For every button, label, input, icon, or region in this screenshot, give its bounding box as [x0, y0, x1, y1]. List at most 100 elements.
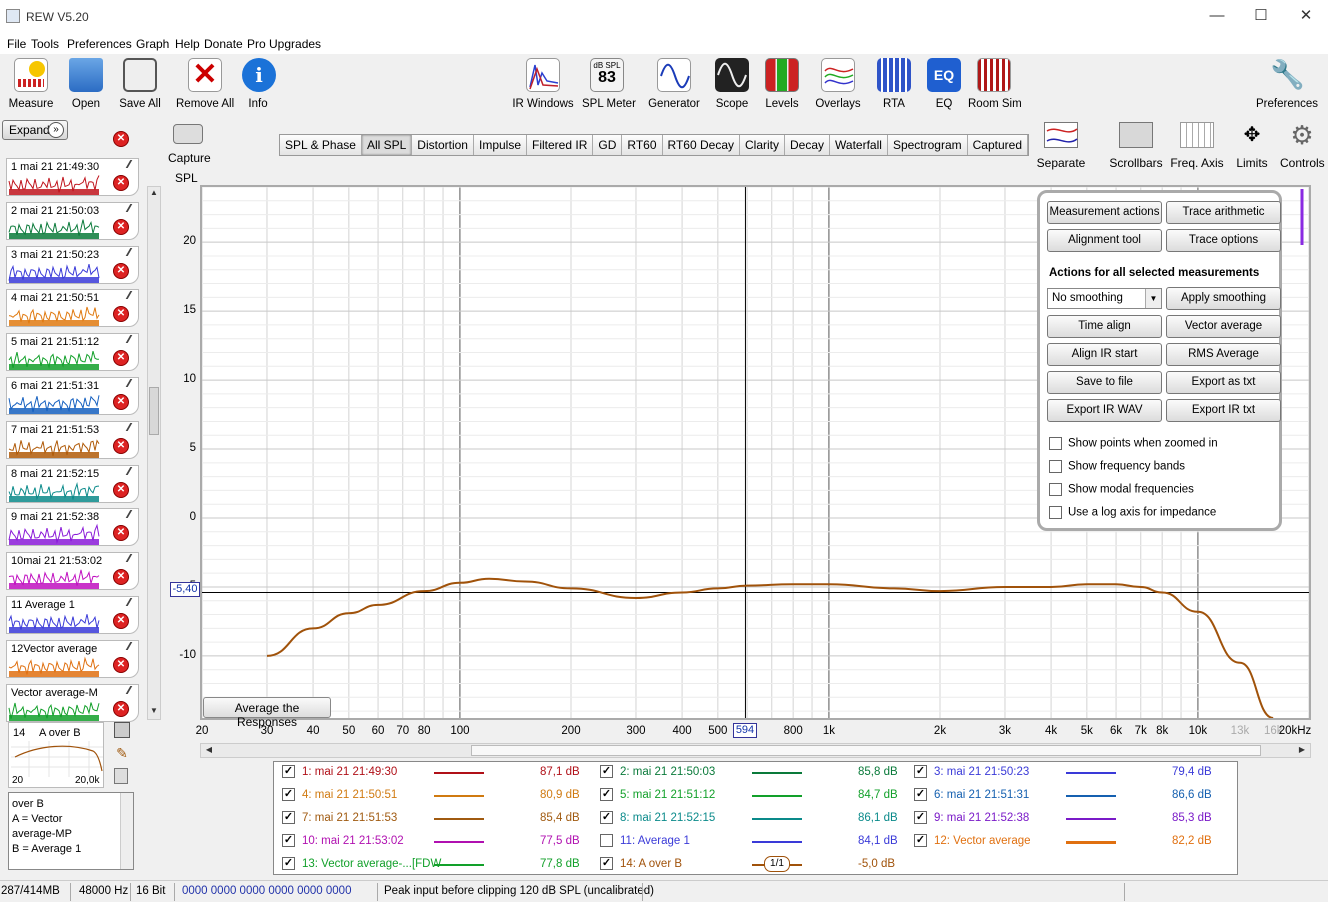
delete-icon[interactable]: ✕ [113, 131, 129, 147]
average-responses-button[interactable]: Average the Responses [203, 697, 331, 729]
legend-checkbox[interactable]: ✓ [600, 857, 613, 870]
overlays-button[interactable]: Overlays [814, 58, 862, 110]
spl-meter-button[interactable]: dB SPL 83 SPL Meter [582, 58, 636, 110]
menu-donate[interactable]: Donate [204, 37, 243, 51]
measurement-scrollbar[interactable]: ▲ ▼ [147, 186, 161, 720]
legend-checkbox[interactable]: ✓ [282, 788, 295, 801]
legend-checkbox[interactable]: ✓ [282, 811, 295, 824]
controls-button[interactable]: ⚙ Controls [1280, 122, 1325, 170]
capture-button[interactable]: Capture [168, 124, 211, 165]
freq-axis-button[interactable]: Freq. Axis [1170, 122, 1224, 170]
delete-icon[interactable]: ✕ [113, 394, 129, 410]
delete-icon[interactable]: ✕ [113, 175, 129, 191]
close-icon[interactable]: ✕ [1298, 8, 1314, 24]
legend-checkbox[interactable]: ✓ [282, 857, 295, 870]
pencil-icon[interactable]: ✎ [114, 745, 130, 761]
legend-item[interactable]: ✓ 12: Vector average 82,2 dB [910, 831, 1220, 854]
separate-button[interactable]: Separate [1036, 122, 1086, 170]
rms-average-button[interactable]: RMS Average [1166, 343, 1281, 366]
selected-measurement-preview[interactable]: 14 A over B 20 20,0k [8, 722, 104, 788]
notes-scrollbar[interactable] [120, 793, 133, 869]
legend-item[interactable]: ✓ 1: mai 21 21:49:30 87,1 dB [278, 762, 588, 785]
show-modal-frequencies-checkbox[interactable]: Show modal frequencies [1049, 483, 1194, 496]
scroll-thumb[interactable] [149, 387, 159, 435]
trace-options-button[interactable]: Trace options [1166, 229, 1281, 252]
eq-button[interactable]: EQ EQ [926, 58, 962, 110]
apply-smoothing-button[interactable]: Apply smoothing [1166, 287, 1281, 310]
log-axis-impedance-checkbox[interactable]: Use a log axis for impedance [1049, 506, 1216, 519]
export-ir-wav-button[interactable]: Export IR WAV [1047, 399, 1162, 422]
tab-waterfall[interactable]: Waterfall [830, 135, 888, 155]
delete-icon[interactable]: ✕ [113, 656, 129, 673]
legend-item[interactable]: 11: Average 1 84,1 dB [596, 831, 906, 854]
scrollbars-button[interactable]: Scrollbars [1108, 122, 1164, 170]
alignment-tool-button[interactable]: Alignment tool [1047, 229, 1162, 252]
room-sim-button[interactable]: Room Sim [968, 58, 1022, 110]
legend-checkbox[interactable]: ✓ [282, 834, 295, 847]
legend-checkbox[interactable]: ✓ [914, 834, 927, 847]
legend-item[interactable]: ✓ 9: mai 21 21:52:38 85,3 dB [910, 808, 1220, 831]
legend-checkbox[interactable]: ✓ [282, 765, 295, 778]
tab-all-spl[interactable]: All SPL [361, 135, 413, 155]
legend-item[interactable]: ✓ 6: mai 21 21:51:31 86,6 dB [910, 785, 1220, 808]
save-all-button[interactable]: Save All [118, 58, 162, 110]
export-txt-button[interactable]: Export as txt [1166, 371, 1281, 394]
levels-button[interactable]: Levels [764, 58, 800, 110]
tab-captured[interactable]: Captured [968, 135, 1029, 155]
save-to-file-button[interactable]: Save to file [1047, 371, 1162, 394]
tab-clarity[interactable]: Clarity [740, 135, 786, 155]
legend-item[interactable]: ✓ 4: mai 21 21:50:51 80,9 dB [278, 785, 588, 808]
scroll-down-icon[interactable]: ▼ [148, 706, 160, 718]
menu-file[interactable]: File [7, 37, 26, 51]
delete-icon[interactable]: ✕ [113, 218, 129, 235]
delete-icon[interactable]: ✕ [113, 700, 129, 717]
show-points-checkbox[interactable]: Show points when zoomed in [1049, 437, 1218, 450]
tab-spectrogram[interactable]: Spectrogram [888, 135, 968, 155]
expand-button[interactable]: Expand» [2, 120, 68, 140]
preferences-button[interactable]: 🔧 Preferences [1256, 58, 1318, 110]
delete-icon[interactable]: ✕ [113, 437, 129, 454]
legend-checkbox[interactable] [600, 834, 613, 847]
menu-graph[interactable]: Graph [136, 37, 169, 51]
minimize-icon[interactable]: — [1209, 8, 1225, 24]
measurement-notes[interactable]: over B A = Vector average-MP B = Average… [8, 792, 134, 870]
legend-item[interactable]: ✓ 8: mai 21 21:52:15 86,1 dB [596, 808, 906, 831]
trace-arithmetic-button[interactable]: Trace arithmetic [1166, 201, 1281, 224]
align-ir-start-button[interactable]: Align IR start [1047, 343, 1162, 366]
maximize-icon[interactable]: ☐ [1253, 8, 1269, 24]
tab-distortion[interactable]: Distortion [412, 135, 474, 155]
legend-checkbox[interactable]: ✓ [914, 811, 927, 824]
menu-help[interactable]: Help [175, 37, 200, 51]
limits-button[interactable]: ✥ Limits [1234, 122, 1270, 170]
tab-impulse[interactable]: Impulse [474, 135, 528, 155]
tab-filtered-ir[interactable]: Filtered IR [527, 135, 594, 155]
horizontal-scroll-thumb[interactable] [471, 745, 1261, 756]
export-ir-txt-button[interactable]: Export IR txt [1166, 399, 1281, 422]
rta-button[interactable]: RTA [876, 58, 912, 110]
scroll-right-icon[interactable]: ▶ [1296, 745, 1308, 757]
open-button[interactable]: Open [68, 58, 104, 110]
info-button[interactable]: i Info [242, 58, 276, 110]
menu-pro-upgrades[interactable]: Pro Upgrades [247, 37, 321, 51]
legend-item[interactable]: ✓ 5: mai 21 21:51:12 84,7 dB [596, 785, 906, 808]
measure-button[interactable]: Measure [8, 58, 54, 110]
tab-rt60-decay[interactable]: RT60 Decay [663, 135, 740, 155]
legend-checkbox[interactable]: ✓ [600, 788, 613, 801]
delete-icon[interactable]: ✕ [113, 481, 129, 498]
smoothing-select[interactable]: No smoothing ▼ [1047, 288, 1162, 309]
scroll-left-icon[interactable]: ◀ [203, 745, 215, 757]
scope-button[interactable]: Scope [714, 58, 750, 110]
vector-average-button[interactable]: Vector average [1166, 315, 1281, 338]
delete-icon[interactable]: ✕ [113, 262, 129, 279]
legend-item[interactable]: ✓ 2: mai 21 21:50:03 85,8 dB [596, 762, 906, 785]
delete-icon[interactable]: ✕ [113, 613, 129, 629]
tab-decay[interactable]: Decay [785, 135, 831, 155]
menu-tools[interactable]: Tools [31, 37, 59, 51]
menu-preferences[interactable]: Preferences [67, 37, 132, 51]
graph-horizontal-scrollbar[interactable]: ◀ ▶ [200, 743, 1311, 758]
legend-checkbox[interactable]: ✓ [600, 765, 613, 778]
legend-item[interactable]: ✓ 10: mai 21 21:53:02 77,5 dB [278, 831, 588, 854]
tab-rt60[interactable]: RT60 [622, 135, 663, 155]
legend-checkbox[interactable]: ✓ [600, 811, 613, 824]
legend-item[interactable]: ✓ 14: A over B 1/1 -5,0 dB [596, 854, 906, 877]
